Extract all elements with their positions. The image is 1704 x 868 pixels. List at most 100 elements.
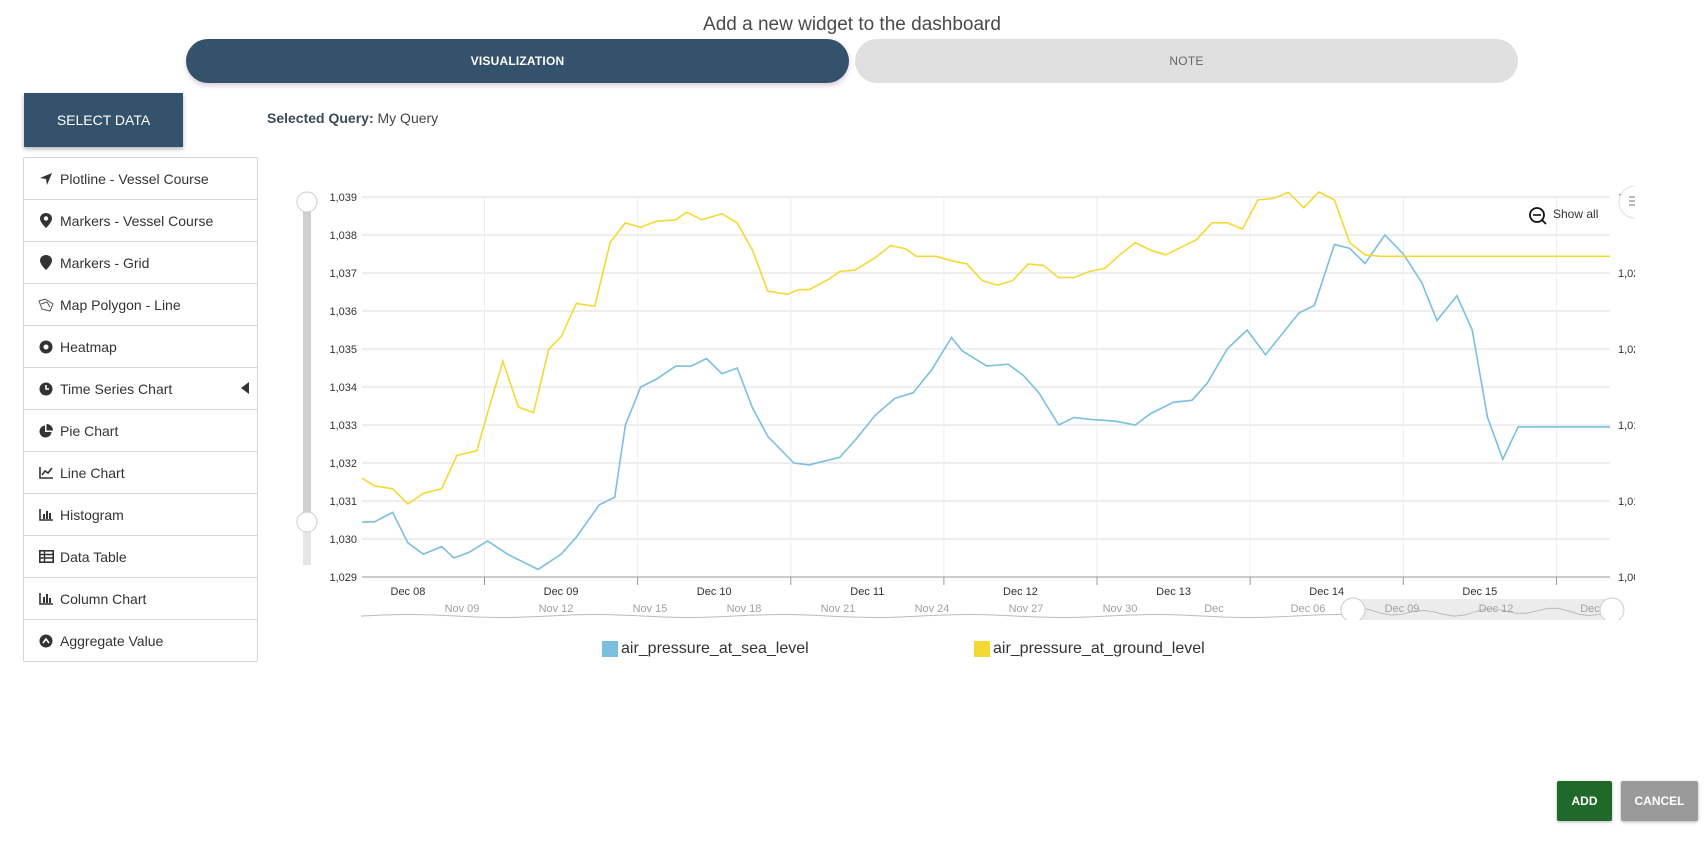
heatmap-icon bbox=[38, 339, 54, 355]
widget-item-pie-chart[interactable]: Pie Chart bbox=[24, 410, 257, 452]
x-tick-label: Dec 13 bbox=[1156, 586, 1191, 598]
y-scrollbar-thumb bbox=[303, 202, 311, 522]
widget-item-column-chart[interactable]: Column Chart bbox=[24, 578, 257, 620]
x-tick-label: Dec 10 bbox=[697, 586, 732, 598]
widget-item-label: Histogram bbox=[60, 506, 124, 523]
selected-query-label: Selected Query: bbox=[267, 110, 374, 126]
legend-swatch bbox=[974, 641, 990, 657]
y-left-tick-label: 1,037 bbox=[329, 268, 357, 280]
add-button[interactable]: ADD bbox=[1557, 781, 1612, 821]
widget-item-label: Plotline - Vessel Course bbox=[60, 170, 209, 187]
widget-item-markers-vessel-course[interactable]: Markers - Vessel Course bbox=[24, 200, 257, 242]
y-right-tick-label: 1,005 bbox=[1618, 572, 1635, 584]
show-all-button[interactable]: Show all bbox=[1529, 207, 1598, 225]
navigator-label: Nov 24 bbox=[915, 603, 950, 615]
y-right-tick-label: 1,010 bbox=[1618, 496, 1635, 508]
dialog-title: Add a new widget to the dashboard bbox=[703, 14, 1001, 35]
legend-item-sea-level[interactable]: air_pressure_at_sea_level bbox=[602, 640, 809, 658]
histogram-icon bbox=[38, 507, 54, 523]
y-right-tick-label: 1,020 bbox=[1618, 344, 1635, 356]
column-chart-icon bbox=[38, 591, 54, 607]
legend-item-ground-level[interactable]: air_pressure_at_ground_level bbox=[974, 640, 1205, 658]
y-left-tick-label: 1,036 bbox=[329, 306, 357, 318]
time-series-chart: 1,029 1,030 1,031 1,032 1,033 1,034 1,035 1,036… bbox=[295, 180, 1652, 623]
tab-visualization[interactable]: VISUALIZATION bbox=[186, 39, 849, 83]
widget-item-plotline-vessel-course[interactable]: Plotline - Vessel Course bbox=[24, 158, 257, 200]
y-left-tick-label: 1,031 bbox=[329, 496, 357, 508]
y-left-tick-label: 1,038 bbox=[329, 230, 357, 242]
navigator-label: Dec 09 bbox=[1385, 603, 1420, 615]
x-tick-label: Dec 08 bbox=[391, 586, 426, 598]
tab-note[interactable]: NOTE bbox=[855, 39, 1518, 83]
y-scroll-handle bbox=[296, 511, 318, 533]
navigator-handle-left bbox=[1340, 597, 1366, 623]
navigator-label: Nov 09 bbox=[445, 603, 480, 615]
navigator-label: Dec 06 bbox=[1291, 603, 1326, 615]
navigator-label: Dec bbox=[1580, 603, 1600, 615]
widget-item-label: Data Table bbox=[60, 548, 127, 565]
y-left-tick-label: 1,033 bbox=[329, 420, 357, 432]
widget-item-label: Aggregate Value bbox=[60, 632, 164, 649]
widget-item-markers-grid[interactable]: Markers - Grid bbox=[24, 242, 257, 284]
widget-item-aggregate-value[interactable]: Aggregate Value bbox=[24, 620, 257, 661]
select-data-button[interactable]: SELECT DATA bbox=[24, 93, 183, 147]
zoom-out-handle bbox=[1541, 219, 1547, 225]
selected-query-value: My Query bbox=[377, 110, 439, 126]
widget-item-label: Line Chart bbox=[60, 464, 125, 481]
selected-caret-icon bbox=[241, 382, 249, 394]
chart-menu-button[interactable] bbox=[1618, 185, 1652, 219]
y-left-tick-label: 1,030 bbox=[329, 534, 357, 546]
widget-item-label: Markers - Grid bbox=[60, 254, 150, 271]
table-icon bbox=[38, 549, 54, 565]
widget-item-data-table[interactable]: Data Table bbox=[24, 536, 257, 578]
widget-item-label: Time Series Chart bbox=[60, 380, 173, 397]
y-left-tick-label: 1,034 bbox=[329, 382, 357, 394]
series-line-sea-level bbox=[362, 233, 1610, 571]
navigator-handle-right bbox=[1599, 597, 1625, 623]
y-left-tick-label: 1,035 bbox=[329, 344, 357, 356]
map-pin-icon bbox=[38, 255, 54, 271]
widget-item-line-chart[interactable]: Line Chart bbox=[24, 452, 257, 494]
navigator-label: Nov 12 bbox=[539, 603, 574, 615]
navigator-label: Nov 30 bbox=[1103, 603, 1138, 615]
polygon-icon bbox=[38, 297, 54, 313]
y-right-tick-label: 1,025 bbox=[1618, 268, 1635, 280]
x-tick-label: Dec 11 bbox=[850, 586, 884, 598]
widget-item-map-polygon-line[interactable]: Map Polygon - Line bbox=[24, 284, 257, 326]
widget-item-heatmap[interactable]: Heatmap bbox=[24, 326, 257, 368]
navigator-label: Dec bbox=[1204, 603, 1224, 615]
widget-item-label: Map Polygon - Line bbox=[60, 296, 181, 313]
series-line-ground-level bbox=[361, 191, 1610, 506]
navigator-label: Nov 21 bbox=[821, 603, 856, 615]
y-left-tick-label: 1,032 bbox=[329, 458, 357, 470]
widget-item-label: Markers - Vessel Course bbox=[60, 212, 214, 229]
legend-label: air_pressure_at_sea_level bbox=[621, 640, 809, 657]
location-arrow-icon bbox=[38, 171, 54, 187]
legend-swatch bbox=[602, 641, 618, 657]
map-marker-icon bbox=[38, 213, 54, 229]
clock-icon bbox=[38, 381, 54, 397]
y-left-tick-label: 1,029 bbox=[329, 572, 357, 584]
widget-item-label: Pie Chart bbox=[60, 422, 119, 439]
pie-chart-icon bbox=[38, 423, 54, 439]
widget-item-label: Heatmap bbox=[60, 338, 117, 355]
cancel-button[interactable]: CANCEL bbox=[1621, 781, 1698, 821]
widget-type-list: Plotline - Vessel Course Markers - Vesse… bbox=[23, 157, 258, 662]
y-scroll-handle bbox=[296, 191, 318, 213]
x-tick-label: Dec 14 bbox=[1309, 586, 1344, 598]
y-right-tick-label: 1,015 bbox=[1618, 420, 1635, 432]
navigator-label: Nov 27 bbox=[1009, 603, 1044, 615]
navigator-label: Nov 18 bbox=[727, 603, 762, 615]
selected-query: Selected Query: My Query bbox=[267, 110, 438, 126]
line-chart-icon bbox=[38, 465, 54, 481]
x-tick-label: Dec 15 bbox=[1462, 586, 1497, 598]
chart-svg: 1,029 1,030 1,031 1,032 1,033 1,034 1,035 1,036… bbox=[296, 185, 1652, 623]
x-tick-label: Dec 12 bbox=[1003, 586, 1038, 598]
widget-item-time-series-chart[interactable]: Time Series Chart bbox=[24, 368, 257, 410]
show-all-label: Show all bbox=[1553, 207, 1598, 221]
widget-item-histogram[interactable]: Histogram bbox=[24, 494, 257, 536]
y-left-tick-label: 1,039 bbox=[329, 192, 357, 204]
navigator-label: Nov 15 bbox=[633, 603, 668, 615]
widget-item-label: Column Chart bbox=[60, 590, 147, 607]
legend-label: air_pressure_at_ground_level bbox=[993, 640, 1205, 657]
